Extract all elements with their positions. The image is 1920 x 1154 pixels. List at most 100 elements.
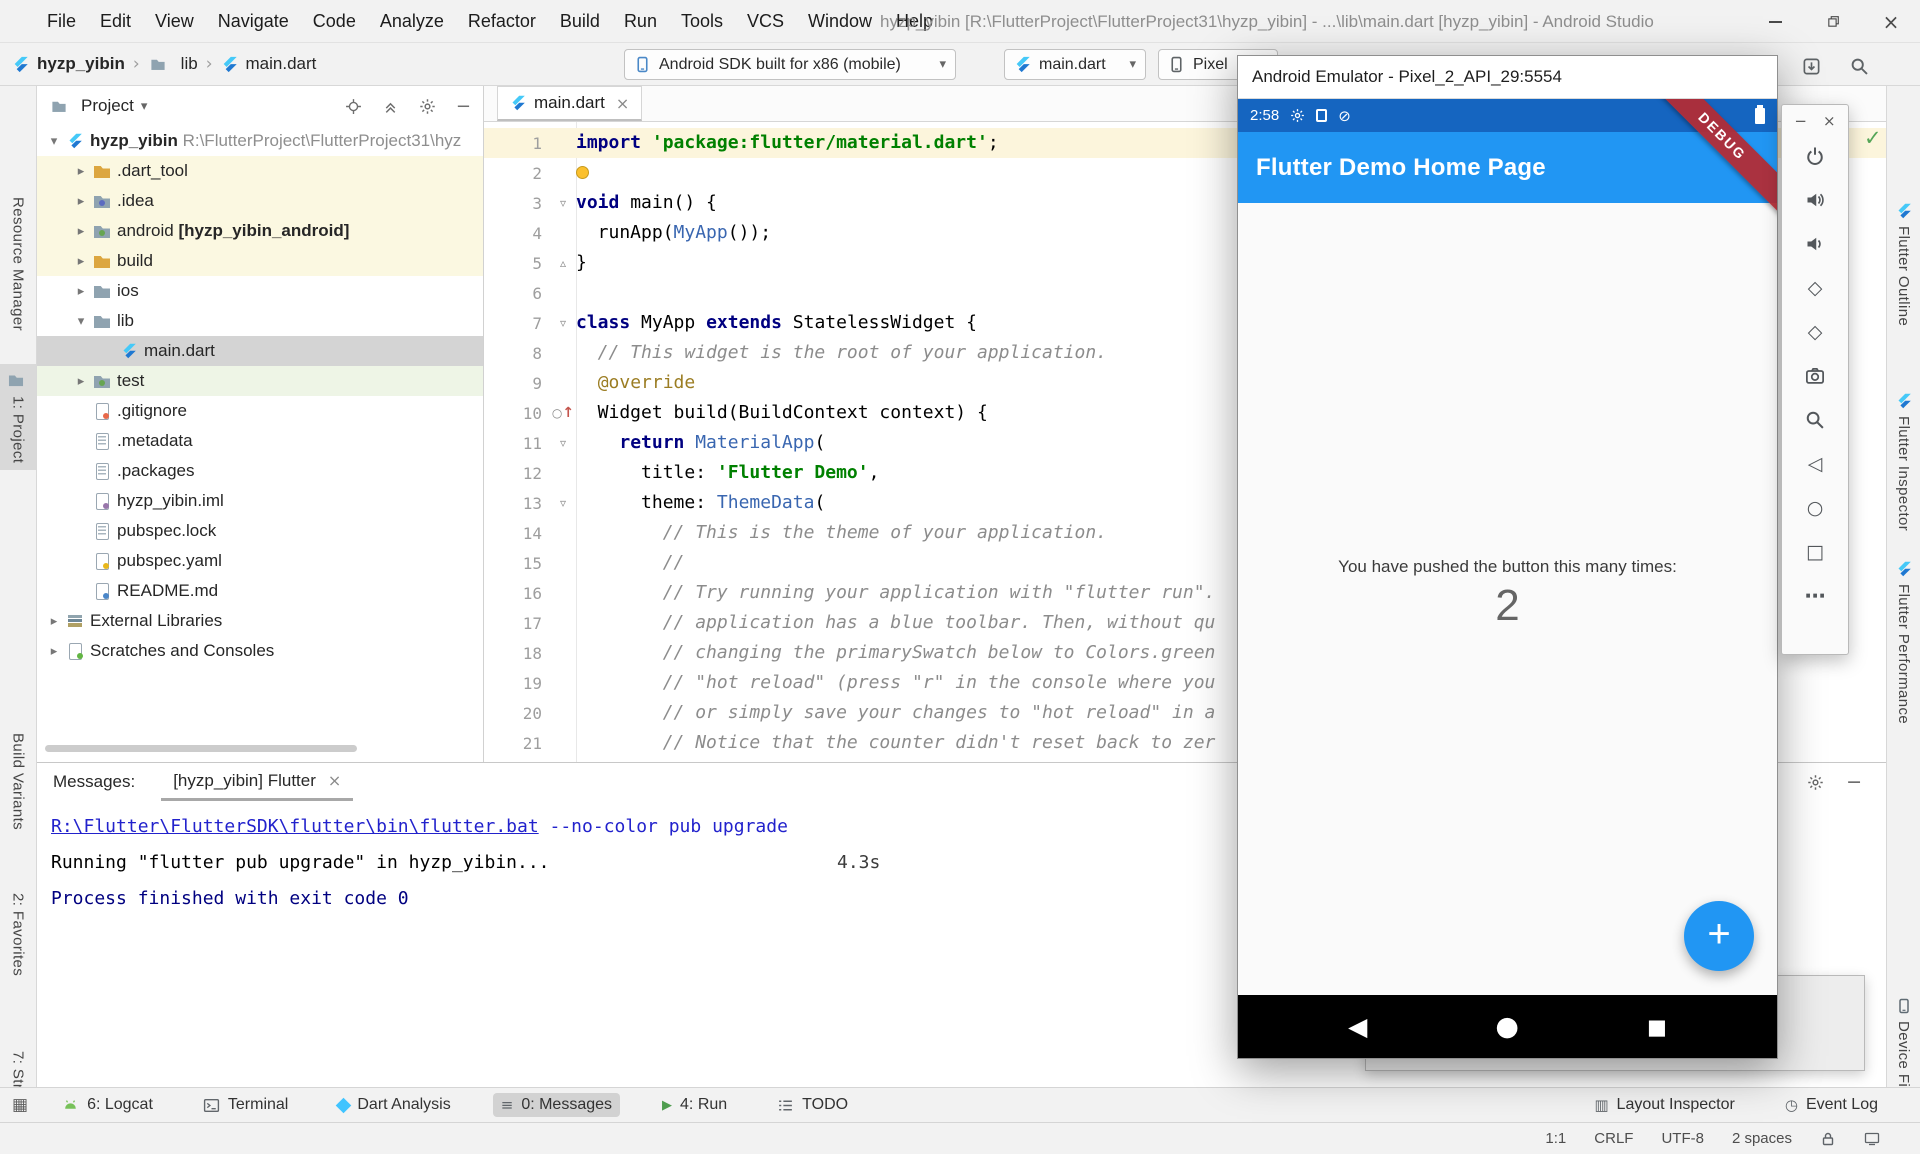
toolwindow-todo[interactable]: TODO <box>769 1093 856 1117</box>
tree-item-build[interactable]: ▸build <box>37 246 483 276</box>
stripe-resource-manager[interactable]: Resource Manager <box>0 190 36 338</box>
close-button[interactable]: × <box>1862 0 1920 43</box>
back-button[interactable]: ◁ <box>1793 442 1837 486</box>
stripe-project[interactable]: 1: Project <box>0 364 36 470</box>
close-icon[interactable]: × <box>616 94 629 113</box>
toolwindow-layout-inspector[interactable]: ▥Layout Inspector <box>1586 1093 1742 1117</box>
toolwindow-terminal[interactable]: Terminal <box>195 1093 296 1117</box>
menu-view[interactable]: View <box>144 6 205 37</box>
home-button[interactable]: ○ <box>1793 486 1837 530</box>
tree-item-external-libraries[interactable]: ▸External Libraries <box>37 606 483 636</box>
lock-icon[interactable] <box>1820 1131 1836 1147</box>
gear-icon[interactable] <box>419 98 436 115</box>
stripe-build-variants[interactable]: Build Variants <box>0 726 36 837</box>
increment-fab[interactable]: + <box>1684 901 1754 971</box>
volume-up-button[interactable] <box>1793 178 1837 222</box>
menu-navigate[interactable]: Navigate <box>207 6 300 37</box>
power-button[interactable] <box>1793 134 1837 178</box>
fold-toggle-icon[interactable]: ▿ <box>550 196 576 210</box>
tree-item-test[interactable]: ▸test <box>37 366 483 396</box>
expand-arrow-icon[interactable]: ▸ <box>70 254 92 269</box>
tree-item-scratches-and-consoles[interactable]: ▸Scratches and Consoles <box>37 636 483 666</box>
fold-toggle-icon[interactable]: ▿ <box>550 316 576 330</box>
tab-main-dart[interactable]: main.dart × <box>497 86 642 121</box>
minimize-button[interactable] <box>1746 0 1804 43</box>
more-options-button[interactable]: ⋯ <box>1793 574 1837 618</box>
tree-item-readme-md[interactable]: README.md <box>37 576 483 606</box>
tab-flutter-messages[interactable]: [hyzp_yibin] Flutter × <box>161 763 353 801</box>
tree-item-main-dart[interactable]: main.dart <box>37 336 483 366</box>
expand-arrow-icon[interactable]: ▸ <box>70 284 92 299</box>
collapse-all-icon[interactable] <box>382 98 399 115</box>
horizontal-scrollbar[interactable] <box>45 745 357 752</box>
close-icon[interactable]: × <box>328 771 341 790</box>
android-home-button[interactable]: ● <box>1495 1011 1519 1042</box>
expand-arrow-icon[interactable]: ▸ <box>70 164 92 179</box>
expand-arrow-icon[interactable]: ▸ <box>70 194 92 209</box>
rotate-right-button[interactable]: ◇ <box>1793 310 1837 354</box>
menu-edit[interactable]: Edit <box>89 6 142 37</box>
stripe-favorites[interactable]: 2: Favorites <box>0 886 36 983</box>
menu-vcs[interactable]: VCS <box>736 6 795 37</box>
tree-item-lib[interactable]: ▾lib <box>37 306 483 336</box>
intention-bulb-icon[interactable] <box>576 166 589 179</box>
expand-arrow-icon[interactable]: ▸ <box>43 614 65 629</box>
toolwindow-logcat[interactable]: 6: Logcat <box>54 1093 161 1117</box>
locate-file-icon[interactable] <box>345 98 362 115</box>
tree-item--idea[interactable]: ▸.idea <box>37 186 483 216</box>
search-everywhere-button[interactable] <box>1846 53 1872 79</box>
android-back-button[interactable]: ◀ <box>1348 1012 1367 1041</box>
tree-item-pubspec-yaml[interactable]: pubspec.yaml <box>37 546 483 576</box>
tree-item--metadata[interactable]: .metadata <box>37 426 483 456</box>
fold-toggle-icon[interactable]: ▵ <box>550 256 576 270</box>
overview-button[interactable]: □ <box>1793 530 1837 574</box>
fold-toggle-icon[interactable]: ▿ <box>550 496 576 510</box>
stripe-flutter-outline[interactable]: Flutter Outline <box>1887 196 1920 333</box>
tree-item--packages[interactable]: .packages <box>37 456 483 486</box>
expand-arrow-icon[interactable]: ▸ <box>70 224 92 239</box>
indent-setting[interactable]: 2 spaces <box>1732 1130 1792 1147</box>
sdk-manager-button[interactable] <box>1798 53 1824 79</box>
tool-window-switcher-icon[interactable]: ▦ <box>12 1095 28 1115</box>
menu-window[interactable]: Window <box>797 6 883 37</box>
menu-file[interactable]: File <box>36 6 87 37</box>
tree-item-ios[interactable]: ▸ios <box>37 276 483 306</box>
tree-item--dart-tool[interactable]: ▸.dart_tool <box>37 156 483 186</box>
stripe-flutter-inspector[interactable]: Flutter Inspector <box>1887 386 1920 538</box>
tree-item-hyzp-yibin[interactable]: ▾hyzp_yibin R:\FlutterProject\FlutterPro… <box>37 126 483 156</box>
stripe-flutter-performance[interactable]: Flutter Performance <box>1887 554 1920 731</box>
menu-refactor[interactable]: Refactor <box>457 6 547 37</box>
menu-run[interactable]: Run <box>613 6 668 37</box>
line-ending[interactable]: CRLF <box>1594 1130 1633 1147</box>
tree-item-hyzp-yibin-iml[interactable]: hyzp_yibin.iml <box>37 486 483 516</box>
collapse-arrow-icon[interactable]: ▾ <box>70 314 92 329</box>
collapse-arrow-icon[interactable]: ▾ <box>43 134 65 149</box>
menu-build[interactable]: Build <box>549 6 611 37</box>
minimize-button[interactable]: − <box>1794 112 1807 130</box>
hide-panel-icon[interactable]: − <box>1846 771 1862 793</box>
breadcrumb-file[interactable]: main.dart <box>246 54 317 74</box>
device-selector-dropdown[interactable]: Android SDK built for x86 (mobile) ▾ <box>624 49 956 80</box>
breadcrumb-lib[interactable]: lib <box>181 54 198 74</box>
screen-icon[interactable] <box>1864 1131 1880 1147</box>
toolwindow-run[interactable]: ▶4: Run <box>654 1093 735 1117</box>
file-encoding[interactable]: UTF-8 <box>1661 1130 1704 1147</box>
chevron-down-icon[interactable]: ▾ <box>141 99 148 114</box>
inspection-status-icon[interactable]: ✓ <box>1864 126 1882 150</box>
menu-code[interactable]: Code <box>302 6 367 37</box>
tree-item--gitignore[interactable]: .gitignore <box>37 396 483 426</box>
restore-button[interactable] <box>1804 0 1862 43</box>
toolwindow-dart-analysis[interactable]: Dart Analysis <box>330 1093 458 1117</box>
expand-arrow-icon[interactable]: ▸ <box>70 374 92 389</box>
android-overview-button[interactable]: ■ <box>1647 1015 1667 1039</box>
hide-panel-icon[interactable]: − <box>456 96 471 117</box>
gear-icon[interactable] <box>1807 774 1824 791</box>
tree-item-android[interactable]: ▸android [hyzp_yibin_android] <box>37 216 483 246</box>
tree-item-pubspec-lock[interactable]: pubspec.lock <box>37 516 483 546</box>
close-button[interactable]: × <box>1823 112 1836 130</box>
run-config-dropdown[interactable]: main.dart ▾ <box>1004 49 1146 80</box>
menu-analyze[interactable]: Analyze <box>369 6 455 37</box>
emulator-title-bar[interactable]: Android Emulator - Pixel_2_API_29:5554 <box>1238 56 1777 99</box>
fold-toggle-icon[interactable]: ▿ <box>550 436 576 450</box>
project-panel-title[interactable]: Project <box>81 96 134 116</box>
